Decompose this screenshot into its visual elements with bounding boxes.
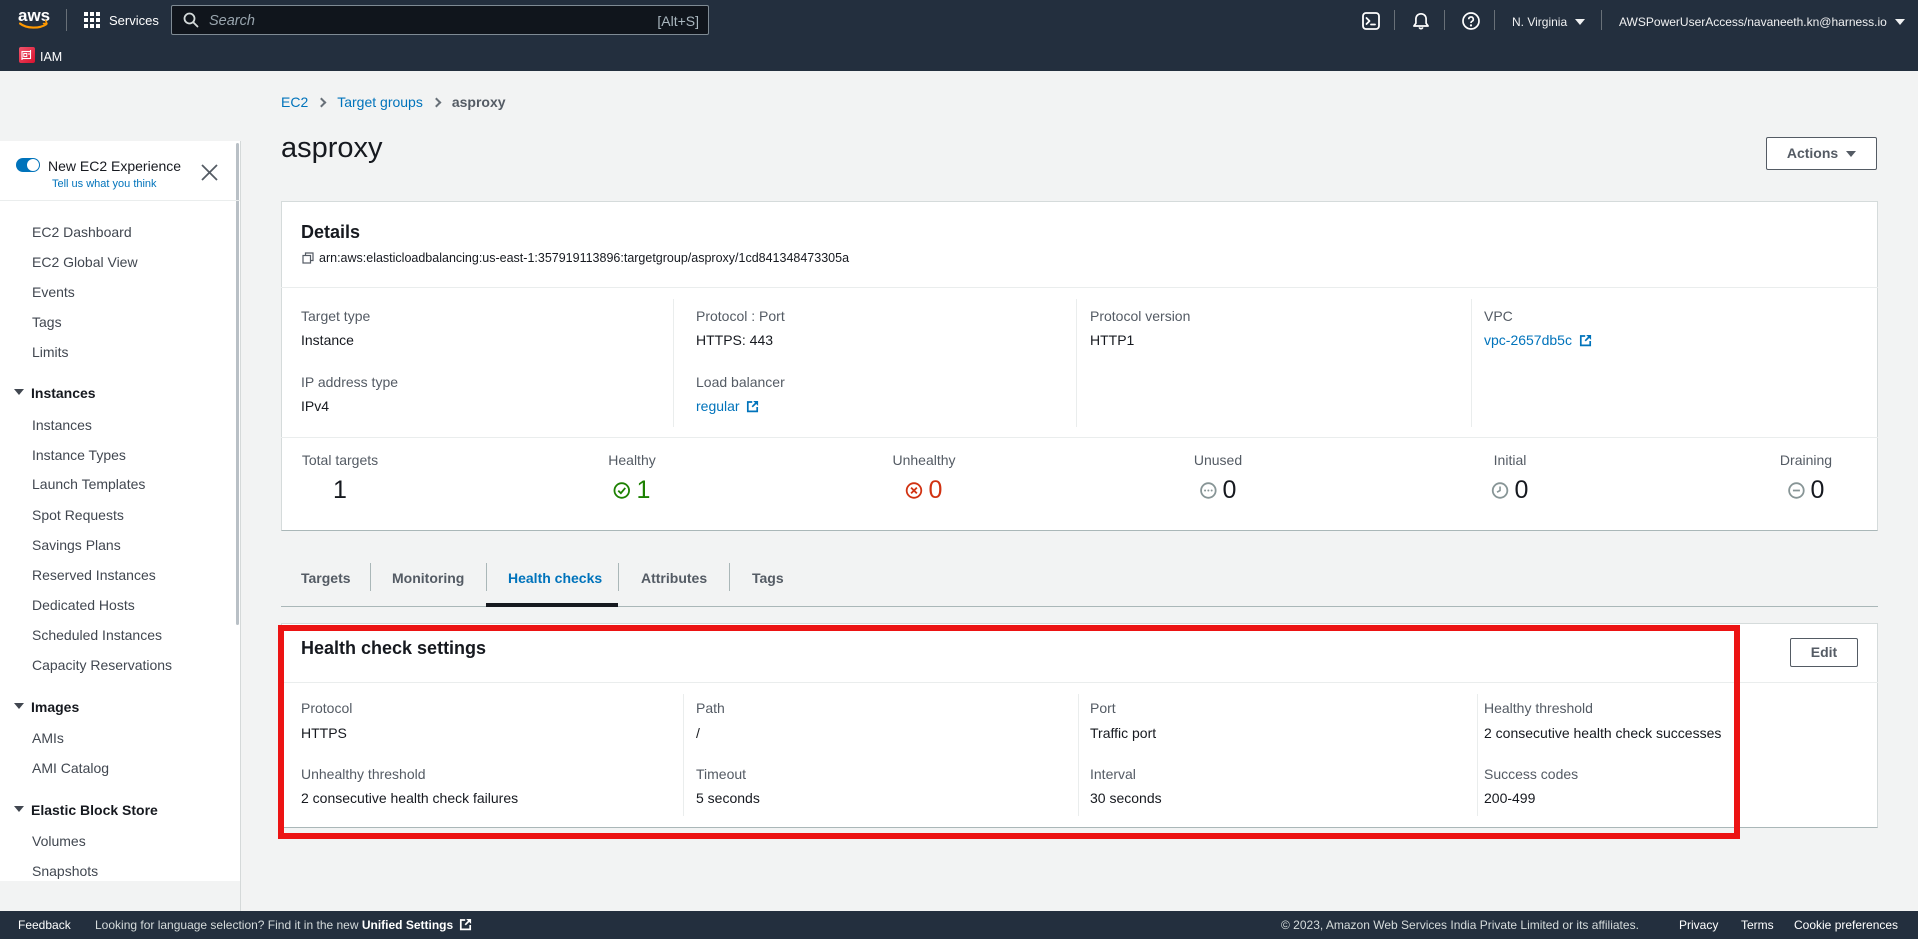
svg-text:aws: aws	[18, 6, 50, 25]
